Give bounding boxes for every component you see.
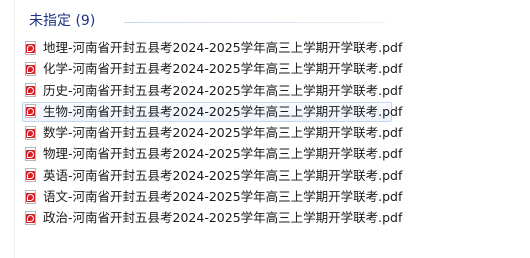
group-header[interactable]: 未指定 (9)	[26, 9, 386, 33]
group-title[interactable]: 未指定 (9)	[29, 12, 95, 30]
file-item[interactable]: 化学-河南省开封五县考2024-2025学年高三上学期开学联考.pdf	[22, 59, 402, 79]
pdf-icon	[25, 61, 37, 77]
file-list: 地理-河南省开封五县考2024-2025学年高三上学期开学联考.pdf 化学-河…	[22, 38, 402, 230]
file-item[interactable]: 语文-河南省开封五县考2024-2025学年高三上学期开学联考.pdf	[22, 187, 402, 207]
pdf-icon	[25, 40, 37, 56]
pdf-icon	[25, 189, 37, 205]
file-item-hovered[interactable]: 生物-河南省开封五县考2024-2025学年高三上学期开学联考.pdf	[22, 101, 402, 122]
file-name: 生物-河南省开封五县考2024-2025学年高三上学期开学联考.pdf	[43, 103, 403, 119]
file-name: 政治-河南省开封五县考2024-2025学年高三上学期开学联考.pdf	[43, 210, 403, 226]
file-item[interactable]: 政治-河南省开封五县考2024-2025学年高三上学期开学联考.pdf	[22, 208, 402, 228]
pdf-icon	[25, 168, 37, 183]
file-name: 化学-河南省开封五县考2024-2025学年高三上学期开学联考.pdf	[43, 61, 403, 77]
file-item[interactable]: 数学-河南省开封五县考2024-2025学年高三上学期开学联考.pdf	[22, 123, 402, 143]
file-item[interactable]: 英语-河南省开封五县考2024-2025学年高三上学期开学联考.pdf	[22, 166, 402, 186]
pdf-icon	[25, 146, 37, 162]
pdf-icon	[25, 125, 37, 141]
pdf-icon	[25, 104, 37, 119]
pdf-icon	[25, 210, 37, 226]
group-divider	[124, 22, 386, 23]
file-name: 数学-河南省开封五县考2024-2025学年高三上学期开学联考.pdf	[43, 125, 403, 141]
pdf-icon	[25, 83, 37, 98]
file-name: 语文-河南省开封五县考2024-2025学年高三上学期开学联考.pdf	[43, 189, 403, 205]
file-name: 地理-河南省开封五县考2024-2025学年高三上学期开学联考.pdf	[43, 40, 403, 55]
file-name: 历史-河南省开封五县考2024-2025学年高三上学期开学联考.pdf	[43, 82, 403, 98]
file-item[interactable]: 历史-河南省开封五县考2024-2025学年高三上学期开学联考.pdf	[22, 81, 402, 101]
left-gutter	[0, 0, 15, 258]
file-item[interactable]: 地理-河南省开封五县考2024-2025学年高三上学期开学联考.pdf	[22, 38, 402, 58]
file-name: 物理-河南省开封五县考2024-2025学年高三上学期开学联考.pdf	[43, 146, 403, 162]
file-item[interactable]: 物理-河南省开封五县考2024-2025学年高三上学期开学联考.pdf	[22, 144, 402, 164]
file-name: 英语-河南省开封五县考2024-2025学年高三上学期开学联考.pdf	[43, 167, 403, 183]
